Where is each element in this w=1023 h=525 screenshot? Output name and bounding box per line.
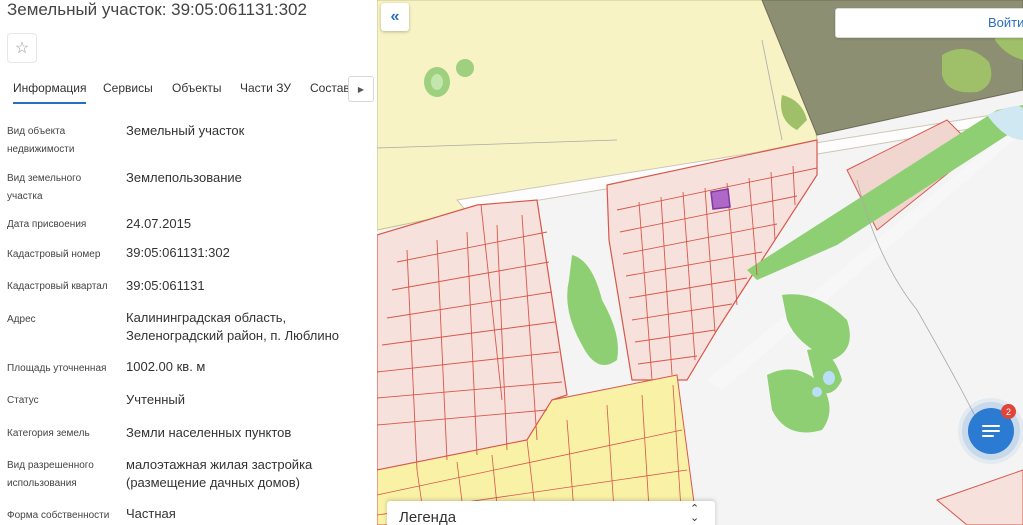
info-panel: Земельный участок: 39:05:061131:302 ☆ Ин… [0,0,377,525]
cadastral-map[interactable]: « Войти Легенда ⌃ ⌄ 2 [377,0,1023,525]
row-label-address: Адрес [7,314,36,325]
legend-label: Легенда [399,509,457,525]
row-label-area: Площадь уточненная [7,363,107,374]
tab-parts[interactable]: Части ЗУ [240,81,291,95]
row-value-object-type: Земельный участок [126,123,245,138]
panel-title: Земельный участок: 39:05:061131:302 [7,0,307,19]
row-label-status: Статус [7,395,39,406]
row-value-ownership: Частная [126,506,176,521]
tab-objects[interactable]: Объекты [172,81,222,95]
tab-info[interactable]: Информация [13,81,87,104]
row-label-cadastral-number: Кадастровый номер [7,249,101,260]
triangle-right-icon: ▶ [357,84,365,94]
legend-panel[interactable]: Легенда ⌃ ⌄ [387,501,715,525]
tab-composition[interactable]: Состав [310,81,350,95]
collapse-panel-button[interactable]: « [381,3,409,31]
double-chevron-left-icon: « [390,8,400,25]
row-value-permitted-use: малоэтажная жилая застройка (размещение … [126,457,313,490]
row-label-land-category: Категория земель [7,428,90,439]
map-canvas[interactable] [377,0,1023,525]
row-label-assign-date: Дата присвоения [7,219,87,230]
login-label: Войти [988,15,1023,30]
notification-badge: 2 [1001,404,1016,419]
row-value-cadastral-number: 39:05:061131:302 [126,245,230,260]
row-label-cadastral-quarter: Кадастровый квартал [7,281,108,292]
star-outline-icon: ☆ [14,40,30,57]
chevron-up-down-icon[interactable]: ⌃ ⌄ [690,504,699,524]
row-label-permitted-use: Вид разрешенного использования [7,460,94,489]
chat-list-icon [982,424,1000,438]
tabs-scroll-button[interactable]: ▶ [348,76,374,102]
selected-parcel-marker[interactable] [710,188,731,210]
favorite-button[interactable]: ☆ [7,33,37,63]
row-label-object-type: Вид объекта недвижимости [7,126,75,155]
row-value-cadastral-quarter: 39:05:061131 [126,278,205,293]
row-value-land-category: Земли населенных пунктов [126,425,292,440]
row-label-parcel-type: Вид земельного участка [7,173,82,202]
row-value-parcel-type: Землепользование [126,170,242,185]
tab-services[interactable]: Сервисы [103,81,153,95]
row-value-status: Учтенный [126,392,186,407]
tab-bar: Информация Сервисы Объекты Части ЗУ Сост… [0,74,377,106]
row-value-area: 1002.00 кв. м [126,359,206,374]
row-label-ownership: Форма собственности [7,510,110,521]
row-value-address: Калининградская область, Зеленоградский … [126,310,340,343]
row-value-assign-date: 24.07.2015 [126,216,192,231]
login-button[interactable]: Войти [835,8,1023,38]
